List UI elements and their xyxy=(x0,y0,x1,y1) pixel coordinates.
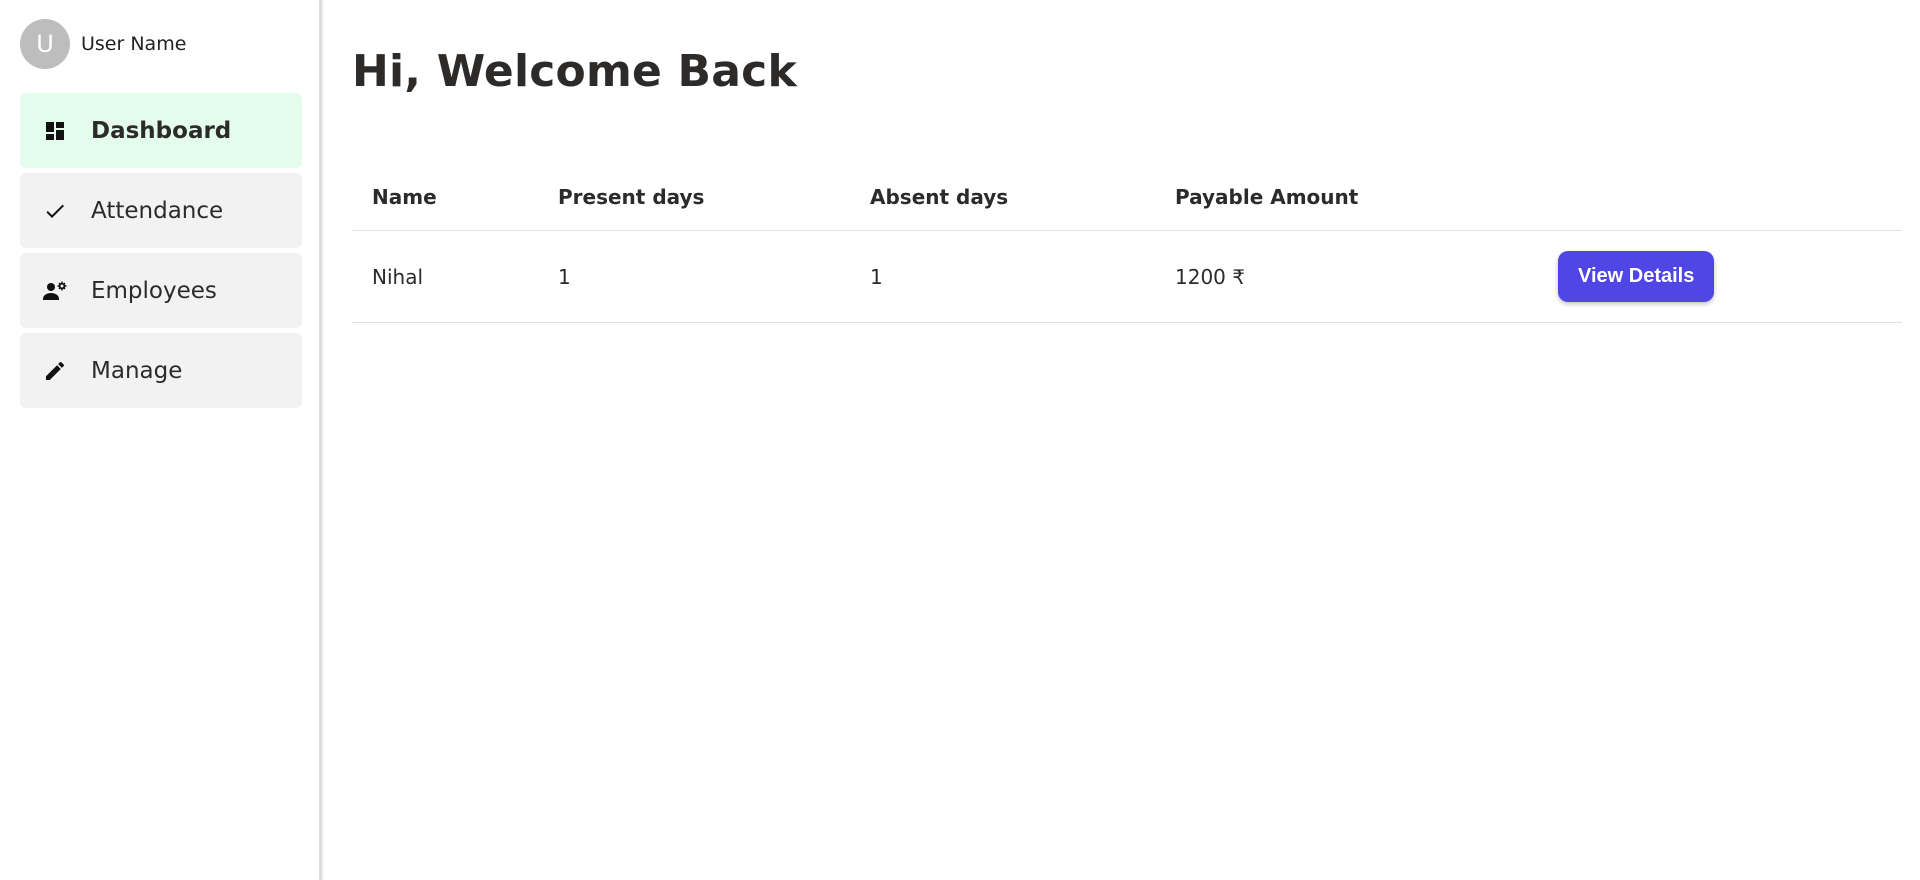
sidebar-item-attendance[interactable]: Attendance xyxy=(20,173,302,248)
sidebar-item-label: Manage xyxy=(91,358,182,384)
column-header-name: Name xyxy=(372,185,437,209)
sidebar-item-dashboard[interactable]: Dashboard xyxy=(20,93,302,168)
user-name: User Name xyxy=(81,33,186,55)
table-header-row: Name Present days Absent days Payable Am… xyxy=(352,163,1902,231)
column-header-present-days: Present days xyxy=(558,185,704,209)
column-header-absent-days: Absent days xyxy=(870,185,1008,209)
sidebar-item-manage[interactable]: Manage xyxy=(20,333,302,408)
payroll-table: Name Present days Absent days Payable Am… xyxy=(352,163,1902,323)
sidebar-item-label: Employees xyxy=(91,278,217,304)
page-title: Hi, Welcome Back xyxy=(352,46,797,97)
check-icon xyxy=(42,198,68,224)
user-profile[interactable]: U User Name xyxy=(20,19,186,69)
sidebar-nav: Dashboard Attendance Employees xyxy=(20,93,302,413)
app: U User Name Dashboard Attendance xyxy=(0,0,1920,880)
main-content: Hi, Welcome Back Name Present days Absen… xyxy=(352,0,1920,880)
pencil-icon xyxy=(42,358,68,384)
dashboard-icon xyxy=(42,118,68,144)
sidebar-item-label: Attendance xyxy=(91,198,223,224)
view-details-button[interactable]: View Details xyxy=(1558,251,1714,302)
row-action: View Details xyxy=(1558,251,1714,302)
sidebar-item-employees[interactable]: Employees xyxy=(20,253,302,328)
sidebar-item-label: Dashboard xyxy=(91,118,231,144)
present-days: 1 xyxy=(558,265,571,289)
payable-amount: 1200 ₹ xyxy=(1175,265,1245,289)
sidebar: U User Name Dashboard Attendance xyxy=(0,0,322,880)
table-row: Nihal 1 1 1200 ₹ View Details xyxy=(352,231,1902,323)
absent-days: 1 xyxy=(870,265,883,289)
employee-name: Nihal xyxy=(372,265,423,289)
avatar[interactable]: U xyxy=(20,19,70,69)
employees-icon xyxy=(42,278,68,304)
column-header-payable-amount: Payable Amount xyxy=(1175,185,1358,209)
